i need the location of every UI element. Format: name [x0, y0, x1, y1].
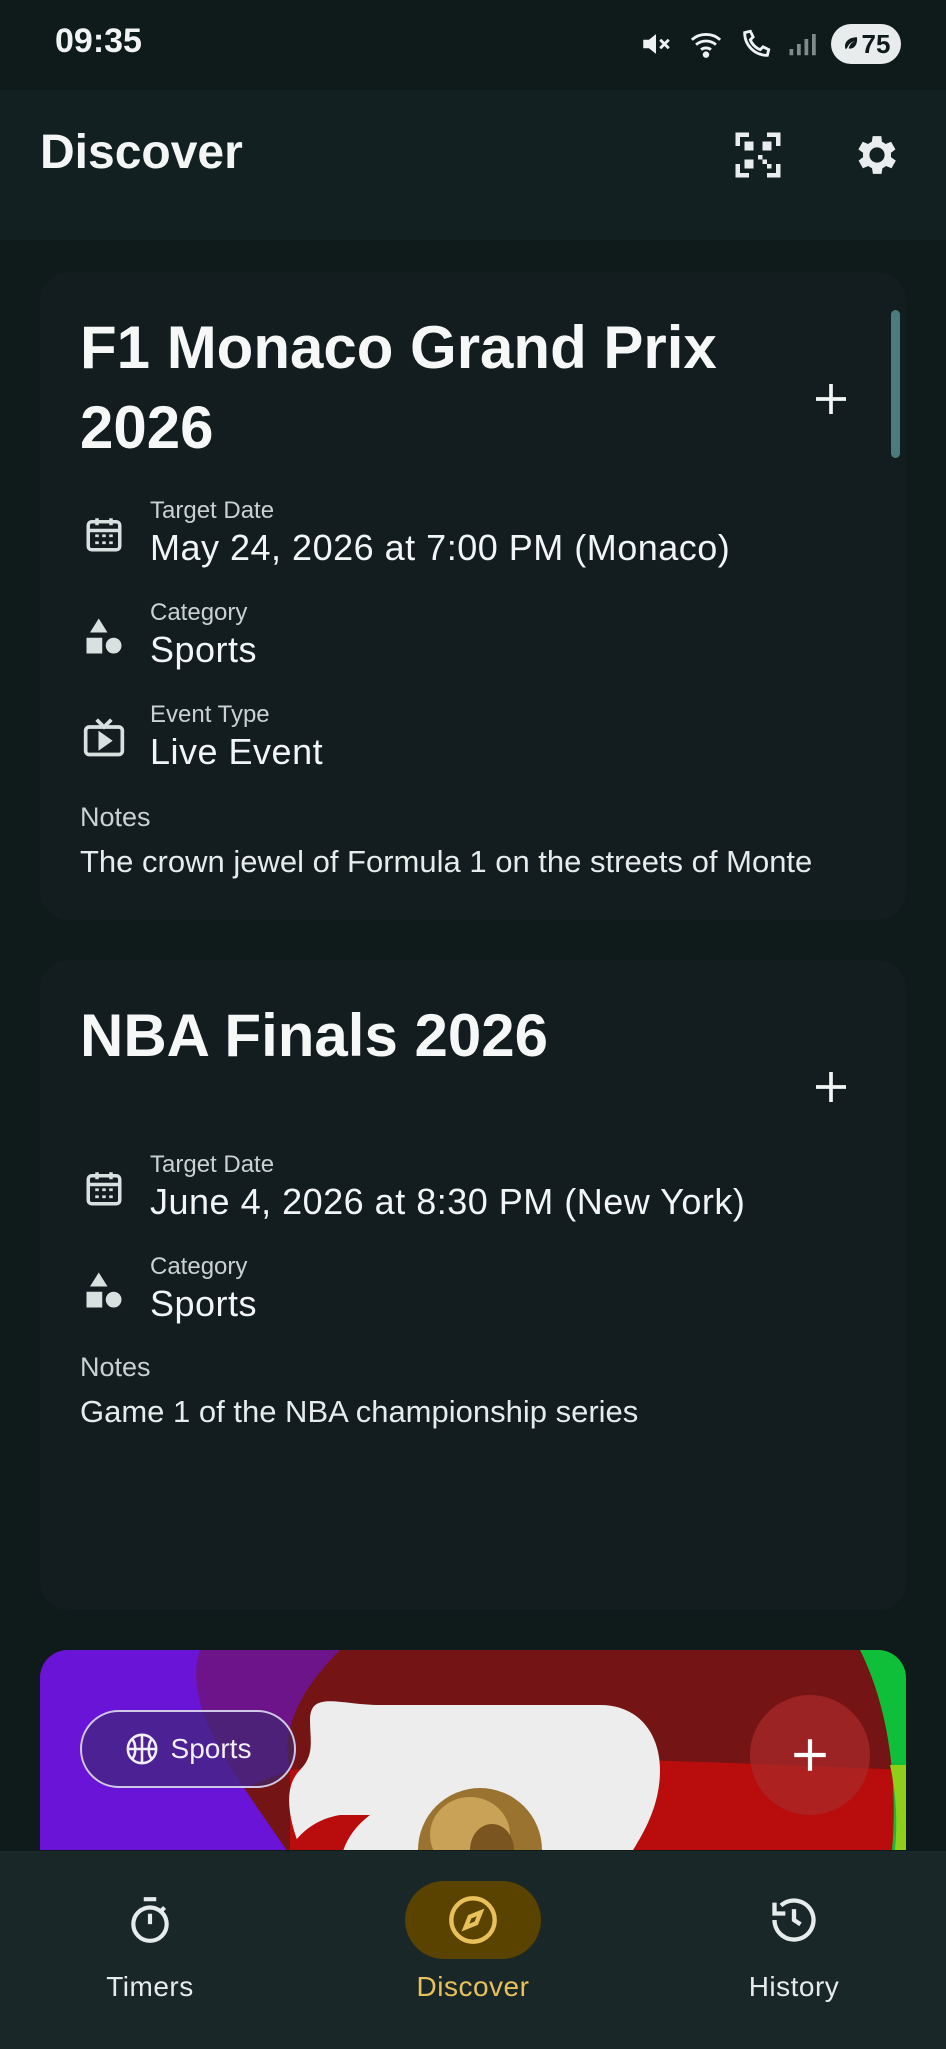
- nav-discover-label: Discover: [416, 1971, 530, 2002]
- event-type-value: Live Event: [150, 731, 324, 772]
- wifi-call-icon: [743, 29, 771, 57]
- nav-discover[interactable]: Discover: [363, 1881, 583, 2011]
- status-time: 09:35: [55, 22, 142, 60]
- category-chip[interactable]: Sports: [80, 1710, 296, 1788]
- bottom-navigation: Timers Discover History: [0, 1851, 946, 2049]
- battery-indicator: 75: [831, 24, 901, 64]
- event-card[interactable]: F1 Monaco Grand Prix 2026 Target Date Ma…: [40, 272, 906, 920]
- compass-icon: [405, 1881, 541, 1959]
- target-date-value: June 4, 2026 at 8:30 PM (New York): [150, 1181, 746, 1222]
- calendar-icon: [80, 510, 128, 558]
- add-event-button[interactable]: [750, 1695, 870, 1815]
- status-bar: 09:35 75: [0, 0, 946, 90]
- page-title: Discover: [40, 126, 243, 179]
- shapes-icon: [80, 612, 128, 660]
- notes-text: Game 1 of the NBA championship series: [80, 1394, 639, 1429]
- target-date-label: Target Date: [150, 497, 275, 524]
- add-event-button[interactable]: [796, 1052, 866, 1122]
- settings-button[interactable]: [842, 120, 912, 190]
- plus-icon: [816, 1072, 846, 1102]
- wifi-icon: [690, 33, 722, 58]
- calendar-icon: [80, 1164, 128, 1212]
- shapes-icon: [80, 1266, 128, 1314]
- category-value: Sports: [150, 629, 258, 670]
- category-label: Category: [150, 1253, 248, 1280]
- notes-label: Notes: [80, 1352, 151, 1382]
- mute-icon: [643, 34, 670, 54]
- status-icons: 75: [639, 22, 901, 66]
- target-date-row: Target Date June 4, 2026 at 8:30 PM (New…: [80, 1150, 745, 1224]
- category-label: Category: [150, 599, 248, 626]
- category-chip-label: Sports: [170, 1733, 252, 1764]
- target-date-row: Target Date May 24, 2026 at 7:00 PM (Mon…: [80, 496, 730, 570]
- event-type-label: Event Type: [150, 701, 270, 728]
- category-value: Sports: [150, 1283, 258, 1324]
- notes-label: Notes: [80, 802, 151, 832]
- battery-level: 75: [861, 28, 891, 59]
- discover-feed[interactable]: F1 Monaco Grand Prix 2026 Target Date Ma…: [0, 240, 946, 1850]
- nav-timers[interactable]: Timers: [40, 1881, 260, 2011]
- event-title: F1 Monaco Grand Prix 2026: [80, 314, 717, 461]
- qr-code-icon: [735, 132, 781, 178]
- app-header: Discover: [0, 90, 946, 240]
- scrollbar-thumb[interactable]: [891, 310, 900, 458]
- plus-icon: [794, 1739, 826, 1771]
- qr-scan-button[interactable]: [723, 120, 793, 190]
- promo-event-card[interactable]: Sports: [40, 1650, 906, 1850]
- event-title: NBA Finals 2026: [80, 1002, 548, 1069]
- target-date-label: Target Date: [150, 1151, 275, 1178]
- nav-history-label: History: [748, 1971, 840, 2002]
- gear-icon: [858, 136, 896, 174]
- event-type-row: Event Type Live Event: [80, 700, 323, 774]
- stopwatch-icon: [82, 1881, 218, 1959]
- event-card[interactable]: NBA Finals 2026 Target Date June 4, 2026…: [40, 960, 906, 1610]
- notes-text: The crown jewel of Formula 1 on the stre…: [80, 844, 813, 879]
- tv-icon: [80, 714, 128, 762]
- nav-timers-label: Timers: [106, 1971, 194, 2002]
- history-icon: [726, 1881, 862, 1959]
- category-row: Category Sports: [80, 1252, 257, 1326]
- plus-icon: [816, 384, 846, 414]
- add-event-button[interactable]: [796, 364, 866, 434]
- nav-history[interactable]: History: [684, 1881, 904, 2011]
- signal-icon: [789, 34, 816, 56]
- leaf-icon: [844, 37, 857, 50]
- category-row: Category Sports: [80, 598, 257, 672]
- basketball-icon: [126, 1733, 157, 1765]
- target-date-value: May 24, 2026 at 7:00 PM (Monaco): [150, 527, 731, 568]
